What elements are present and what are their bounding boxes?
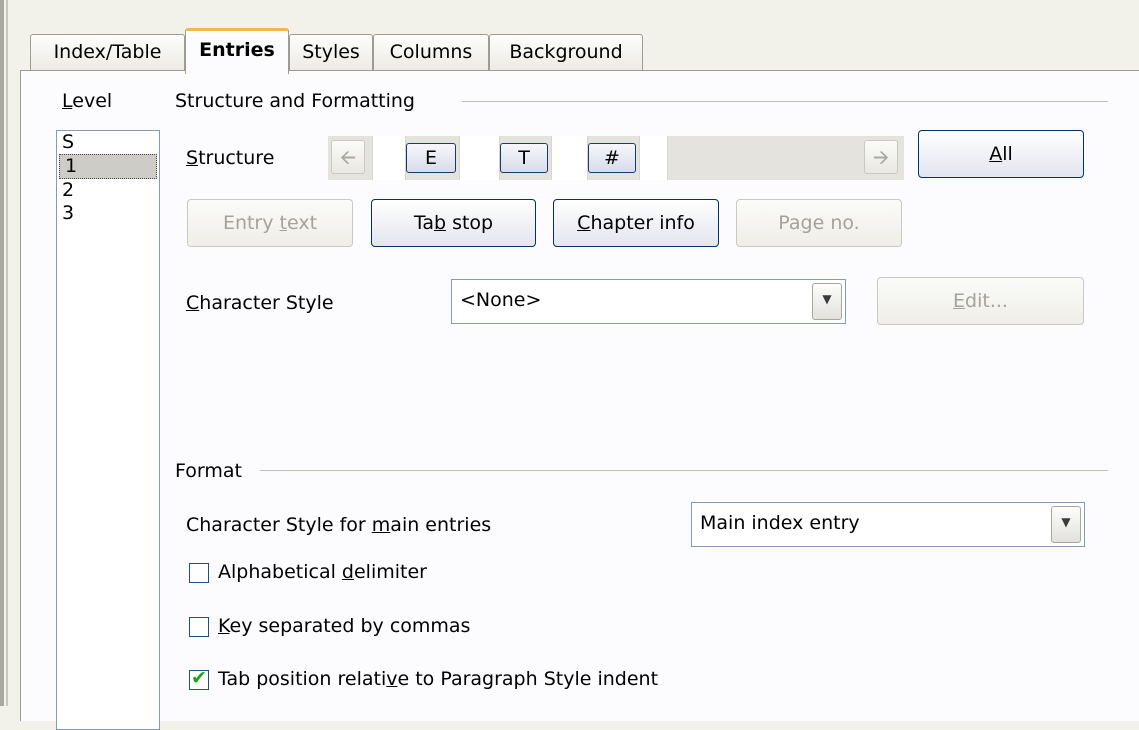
tab-background[interactable]: Background bbox=[489, 34, 643, 70]
alphabetical-delimiter-label: Alphabetical delimiter bbox=[218, 561, 427, 583]
chevron-down-icon[interactable]: ▼ bbox=[812, 283, 842, 320]
checkmark-icon: ✔ bbox=[191, 667, 207, 689]
tab-label: Entries bbox=[199, 39, 275, 61]
structure-text-slot[interactable] bbox=[551, 136, 588, 180]
alphabetical-delimiter-checkbox[interactable] bbox=[189, 563, 209, 583]
chevron-down-icon[interactable]: ▼ bbox=[1051, 506, 1081, 543]
group-title-format: Format bbox=[175, 460, 242, 482]
character-style-select[interactable]: <None> ▼ bbox=[451, 279, 846, 324]
tab-stop-button[interactable]: Tab stop bbox=[371, 199, 536, 247]
window-frame-inner bbox=[6, 0, 8, 706]
arrow-right-icon[interactable]: 🡪 bbox=[864, 140, 898, 174]
group-divider bbox=[260, 470, 1108, 471]
tab-position-relative-label: Tab position relative to Paragraph Style… bbox=[218, 668, 659, 690]
edit-button[interactable]: Edit... bbox=[877, 277, 1084, 325]
tab-entries[interactable]: Entries bbox=[185, 28, 289, 74]
arrow-left-icon[interactable]: 🡨 bbox=[331, 140, 365, 174]
entry-token[interactable]: E bbox=[406, 143, 456, 173]
structure-text-slot[interactable] bbox=[639, 136, 668, 180]
page-no-button[interactable]: Page no. bbox=[736, 199, 902, 247]
level-item[interactable]: S bbox=[57, 131, 159, 154]
tab-columns[interactable]: Columns bbox=[373, 34, 489, 70]
group-divider bbox=[462, 101, 1108, 102]
all-button[interactable]: All bbox=[918, 130, 1084, 178]
tab-label: Columns bbox=[389, 41, 473, 63]
chapter-info-button[interactable]: Chapter info bbox=[553, 199, 719, 247]
structure-text-slot[interactable] bbox=[459, 136, 500, 180]
tab-label: Background bbox=[509, 41, 623, 63]
key-separated-label: Key separated by commas bbox=[218, 615, 471, 637]
character-style-value: <None> bbox=[460, 289, 542, 311]
tab-index-table[interactable]: Index/Table bbox=[30, 34, 185, 70]
tab-position-relative-checkbox[interactable]: ✔ bbox=[189, 667, 209, 690]
tab-styles[interactable]: Styles bbox=[289, 34, 373, 70]
main-entries-value: Main index entry bbox=[700, 512, 860, 534]
structure-text-slot[interactable] bbox=[372, 136, 406, 180]
level-item[interactable]: 2 bbox=[57, 179, 159, 202]
level-item-selected[interactable]: 1 bbox=[59, 154, 157, 179]
level-label: Level bbox=[62, 90, 113, 112]
structure-editor[interactable]: 🡨 E T # 🡪 bbox=[328, 136, 904, 180]
structure-label: Structure bbox=[186, 147, 275, 169]
key-separated-checkbox[interactable] bbox=[189, 617, 209, 637]
page-number-token[interactable]: # bbox=[588, 143, 636, 173]
main-entries-select[interactable]: Main index entry ▼ bbox=[691, 502, 1085, 547]
character-style-label: Character Style bbox=[186, 292, 334, 314]
main-entries-label: Character Style for main entries bbox=[186, 514, 492, 536]
level-item[interactable]: 3 bbox=[57, 202, 159, 225]
tab-label: Styles bbox=[302, 41, 360, 63]
tab-label: Index/Table bbox=[53, 41, 162, 63]
entry-text-button[interactable]: Entry text bbox=[187, 199, 353, 247]
tab-stop-token[interactable]: T bbox=[500, 143, 548, 173]
window-frame bbox=[0, 0, 4, 706]
level-list[interactable]: S 1 2 3 bbox=[56, 130, 160, 730]
group-title-structure-formatting: Structure and Formatting bbox=[175, 90, 415, 112]
